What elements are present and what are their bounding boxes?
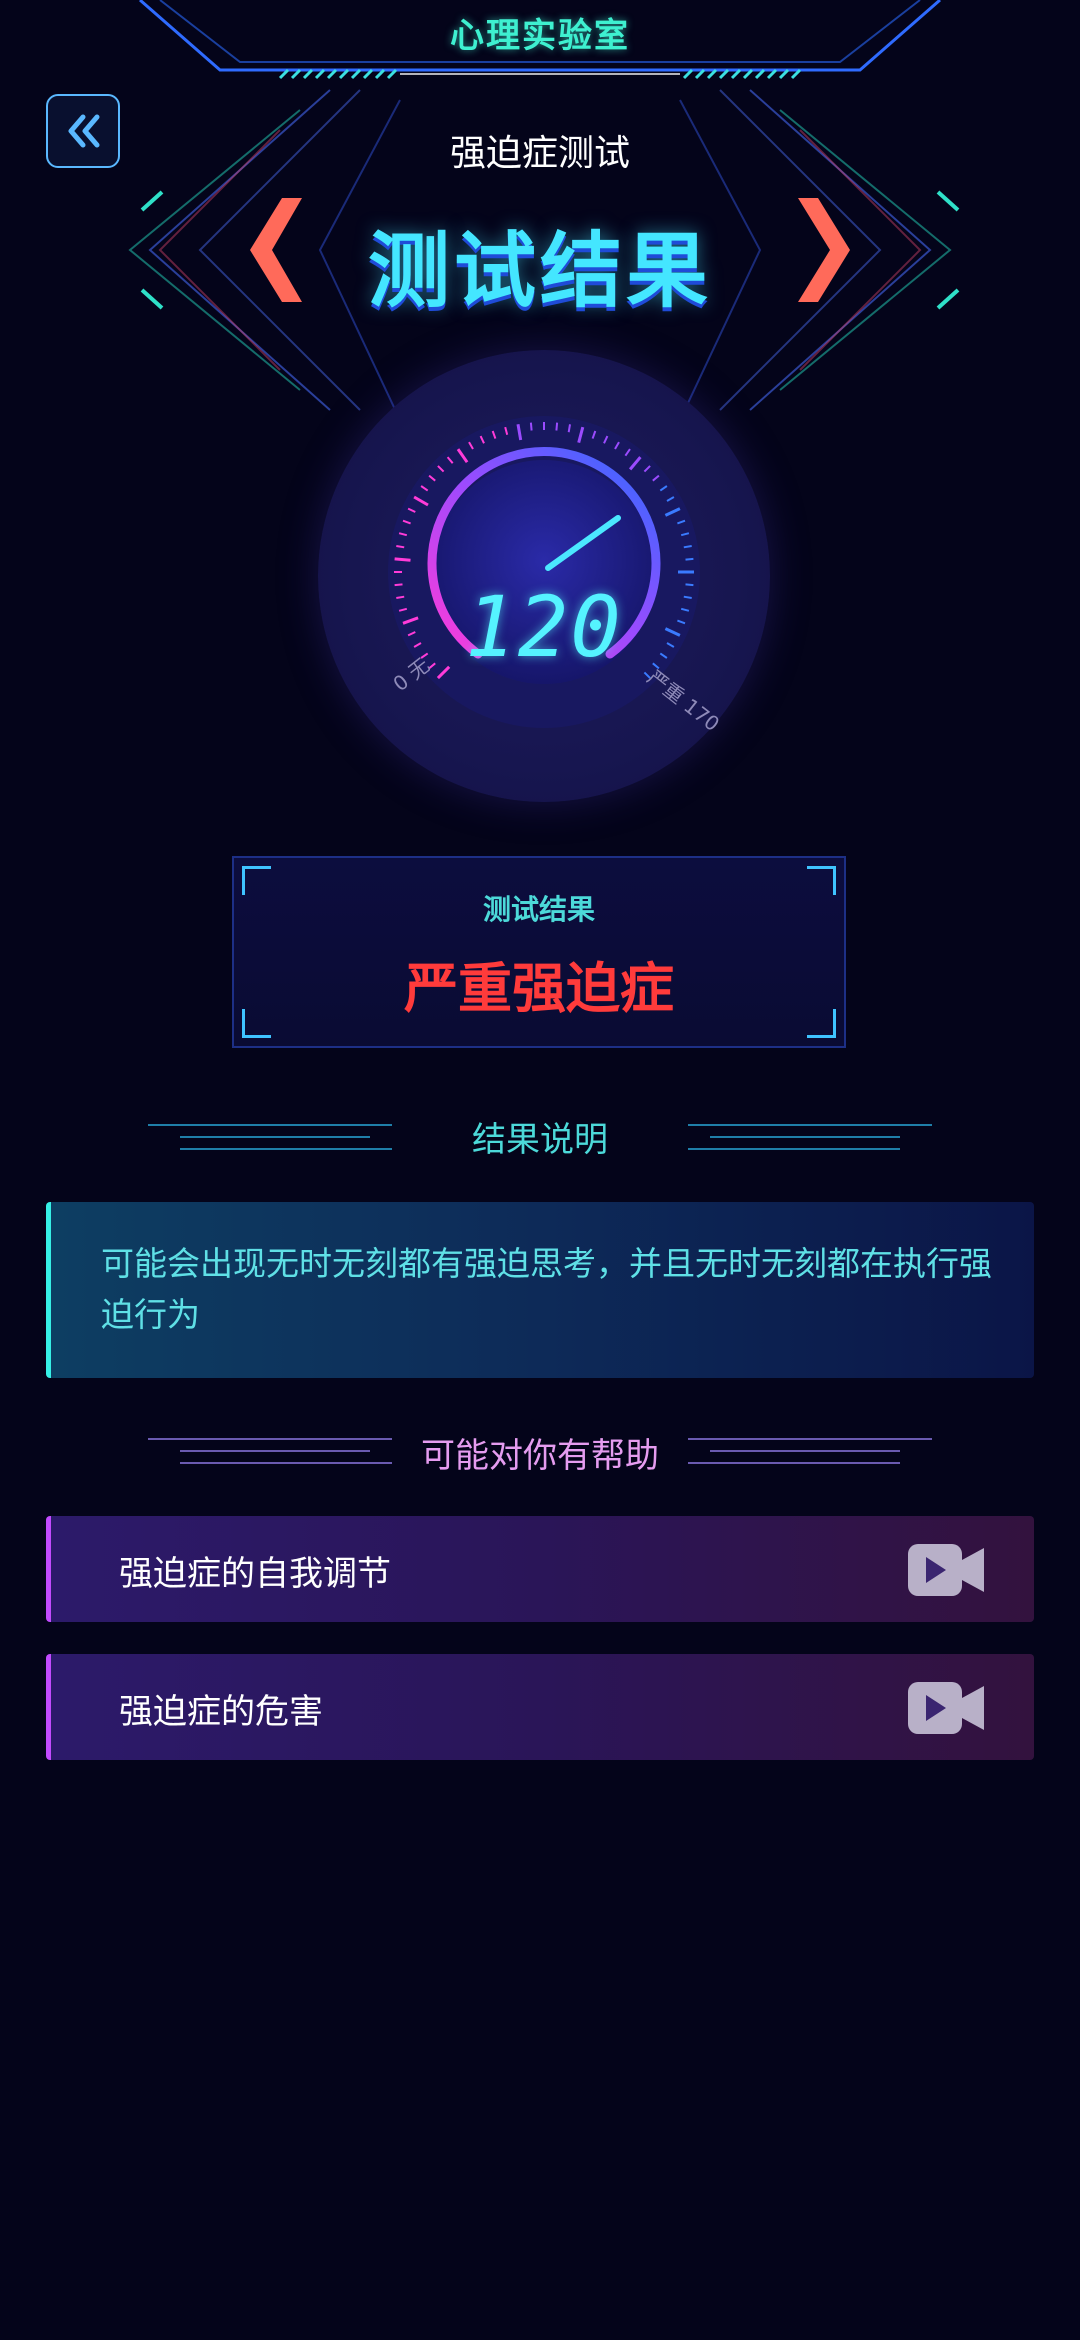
explanation-section-title: 结果说明 [472,1120,608,1160]
app-title: 心理实验室 [450,16,630,56]
score-gauge [388,416,700,728]
score-value: 120 [465,578,623,676]
gauge-tick [683,545,692,549]
explanation-card: 可能会出现无时无刻都有强迫思考，并且无时无刻都在执行强迫行为 [46,1202,1034,1378]
help-item-label: 强迫症的自我调节 [119,1554,391,1594]
help-item-harm[interactable]: 强迫症的危害 [46,1654,1034,1760]
explanation-text: 可能会出现无时无刻都有强迫思考，并且无时无刻都在执行强迫行为 [101,1244,992,1334]
help-item-label: 强迫症的危害 [119,1692,323,1732]
test-name: 强迫症测试 [449,133,630,174]
help-section-title: 可能对你有帮助 [421,1436,659,1476]
video-camera-icon [908,1544,984,1596]
gauge-tick [683,595,692,599]
result-card: 测试结果 严重强迫症 [232,856,846,1048]
gauge-tick [685,583,694,587]
gauge-tick [529,422,533,431]
help-item-self-regulation[interactable]: 强迫症的自我调节 [46,1516,1034,1622]
gauge-tick [396,595,405,599]
gauge-tick [394,583,403,587]
gauge-tick [567,424,571,433]
result-value: 严重强迫症 [404,957,674,1020]
video-camera-icon [908,1682,984,1734]
page-title: 测试结果 [367,224,712,319]
gauge-tick [396,545,405,549]
gauge-tick [685,557,694,561]
gauge-tick [394,557,411,562]
gauge-tick [555,422,559,431]
result-label: 测试结果 [482,893,595,926]
